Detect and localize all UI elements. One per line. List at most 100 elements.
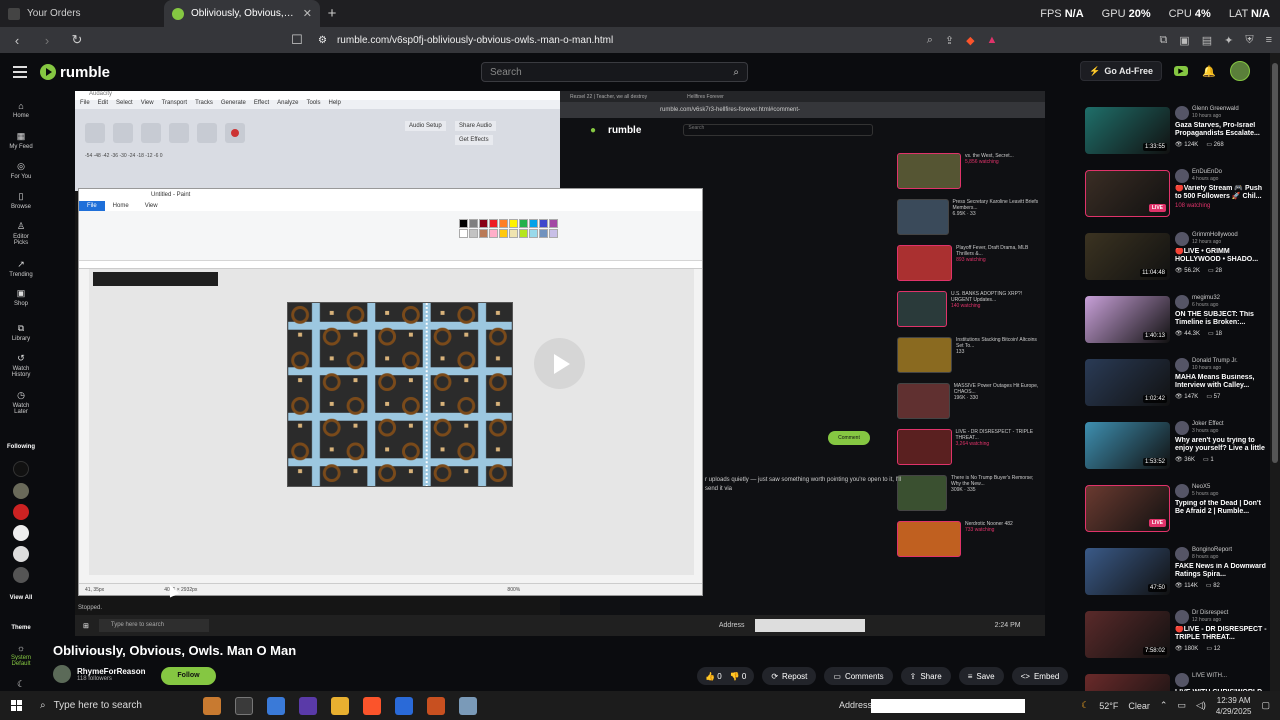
channel-avatar[interactable] <box>1175 295 1189 309</box>
back-icon[interactable]: ‹ <box>8 33 26 48</box>
dislike-button[interactable]: 👎 0 <box>730 672 747 681</box>
volume-icon[interactable]: ◁) <box>1196 700 1206 711</box>
channel-avatar[interactable] <box>1175 421 1189 435</box>
sidebar-item-library[interactable]: ⧉ Library <box>0 323 42 342</box>
leo-ai-icon[interactable]: ✦ <box>1224 34 1233 47</box>
like-button[interactable]: 👍 0 <box>705 672 722 681</box>
wallet-icon[interactable]: ▤ <box>1202 34 1212 47</box>
video-thumbnail[interactable]: 1:02:42 <box>1085 359 1170 406</box>
channel-avatar[interactable] <box>1175 610 1189 624</box>
embed-button[interactable]: <> Embed <box>1011 667 1069 685</box>
play-button[interactable] <box>534 338 585 389</box>
file-explorer-icon[interactable] <box>331 696 349 715</box>
video-thumbnail[interactable]: 7:58:02 <box>1085 611 1170 658</box>
upload-camera-icon[interactable]: ▶ <box>1174 66 1188 76</box>
sidebar-item-my-feed[interactable]: ▦ My Feed <box>0 131 42 150</box>
recommendation-item[interactable]: 7:58:02 Dr Disrespect 12 hours ago 🔴LIVE… <box>1085 608 1267 671</box>
save-button[interactable]: ≡ Save <box>958 667 1004 685</box>
app-icon[interactable] <box>427 696 445 715</box>
address-toolbar-input[interactable] <box>871 699 1025 713</box>
vpn-icon[interactable]: ⛨ <box>1245 34 1253 47</box>
start-button[interactable] <box>0 700 32 711</box>
channel-name[interactable]: LIVE WITH... <box>1192 673 1227 680</box>
site-info-icon[interactable]: ⚙ <box>318 35 327 46</box>
channel-name[interactable]: EnDuEnDo <box>1192 169 1222 176</box>
clock[interactable]: 12:39 AM 4/29/2025 <box>1216 695 1252 717</box>
recommendation-item[interactable]: LIVE NeoX5 5 hours ago Typing of the Dea… <box>1085 482 1267 545</box>
sidebar-item-for-you[interactable]: ◎ For You <box>0 161 42 180</box>
video-thumbnail[interactable]: 47:50 <box>1085 548 1170 595</box>
channel-name[interactable]: megimu32 <box>1192 295 1220 302</box>
theme-system-default[interactable]: ☼ System Default <box>0 643 42 667</box>
following-avatar[interactable] <box>13 525 29 541</box>
channel-avatar[interactable] <box>1175 673 1189 687</box>
video-title[interactable]: 🔴LIVE - DR DISRESPECT - TRIPLE THREAT... <box>1175 626 1267 642</box>
video-title[interactable]: MAHA Means Business, Interview with Call… <box>1175 374 1267 390</box>
network-icon[interactable]: ▭ <box>1177 700 1186 711</box>
search-input[interactable]: Search ⌕ <box>481 62 748 82</box>
recommendation-item[interactable]: 1:33:55 Glenn Greenwald 10 hours ago Gaz… <box>1085 104 1267 167</box>
weather-icon[interactable]: ☾ <box>1081 700 1089 711</box>
app-icon[interactable] <box>395 696 413 715</box>
sidebar-item-watch-later[interactable]: ◷ Watch Later <box>0 390 42 415</box>
video-title[interactable]: 🔴Variety Stream 🎮 Push to 500 Followers … <box>1175 185 1267 201</box>
channel-name[interactable]: NeoX5 <box>1192 484 1218 491</box>
menu-icon[interactable]: ≡ <box>1266 34 1272 47</box>
tray-chevron-icon[interactable]: ⌃ <box>1160 700 1168 711</box>
channel-avatar[interactable] <box>53 665 71 683</box>
search-icon[interactable]: ⌕ <box>733 67 739 78</box>
channel-avatar[interactable] <box>1175 484 1189 498</box>
go-ad-free-button[interactable]: ⚡ Go Ad-Free <box>1080 61 1162 81</box>
channel-info[interactable]: RhymeForReason 118 followers <box>53 665 145 683</box>
video-thumbnail[interactable]: 1:40:13 <box>1085 296 1170 343</box>
notification-icon[interactable]: ▢ <box>1261 700 1270 711</box>
following-avatar[interactable] <box>13 546 29 562</box>
repost-button[interactable]: ⟳ Repost <box>762 667 817 685</box>
weather-desc[interactable]: Clear <box>1128 701 1150 711</box>
channel-avatar[interactable] <box>1175 169 1189 183</box>
page-scrollbar[interactable] <box>1270 53 1280 691</box>
channel-name[interactable]: Dr Disrespect <box>1192 610 1228 617</box>
channel-avatar[interactable] <box>1175 232 1189 246</box>
app-icon[interactable] <box>299 696 317 715</box>
reload-icon[interactable]: ↻ <box>68 32 86 48</box>
channel-name[interactable]: Donald Trump Jr. <box>1192 358 1238 365</box>
channel-name[interactable]: GrimmHollywood <box>1192 232 1238 239</box>
zoom-icon[interactable]: ⌕ <box>927 34 933 47</box>
comments-button[interactable]: ▭ Comments <box>824 667 893 685</box>
notifications-bell-icon[interactable]: 🔔 <box>1200 62 1218 80</box>
sidebar-item-browse[interactable]: ▯ Browse <box>0 191 42 210</box>
share-icon[interactable]: ⇪ <box>945 34 954 47</box>
user-avatar[interactable] <box>1230 61 1250 81</box>
video-title[interactable]: Why aren't you trying to enjoy yourself?… <box>1175 437 1267 453</box>
share-button[interactable]: ⇪ Share <box>900 667 951 685</box>
extensions-icon[interactable]: ⧉ <box>1159 34 1167 47</box>
video-thumbnail[interactable]: LIVE <box>1085 485 1170 532</box>
brave-shield-icon[interactable]: ◆ <box>966 34 974 47</box>
new-tab-button[interactable]: + <box>320 0 344 27</box>
copilot-icon[interactable] <box>267 696 285 715</box>
video-title[interactable]: Typing of the Dead | Don't Be Afraid 2 |… <box>1175 500 1267 516</box>
video-thumbnail[interactable]: LIVE <box>1085 170 1170 217</box>
video-thumbnail[interactable]: 1:33:55 <box>1085 107 1170 154</box>
video-title[interactable]: ON THE SUBJECT: This Timeline is Broken:… <box>1175 311 1267 327</box>
app-icon[interactable] <box>203 696 221 715</box>
following-avatar[interactable] <box>13 483 29 499</box>
video-title[interactable]: Gaza Starves, Pro-Israel Propagandists E… <box>1175 122 1267 138</box>
recommendation-item[interactable]: LIVE EnDuEnDo 4 hours ago 🔴Variety Strea… <box>1085 167 1267 230</box>
channel-name[interactable]: Joker Effect <box>1192 421 1224 428</box>
recommendation-item[interactable]: 11:04:48 GrimmHollywood 12 hours ago 🔴LI… <box>1085 230 1267 293</box>
tab-your-orders[interactable]: Your Orders <box>0 0 160 27</box>
sidebar-item-trending[interactable]: ↗ Trending <box>0 259 42 278</box>
weather-temp[interactable]: 52°F <box>1099 701 1118 711</box>
following-avatar[interactable] <box>13 461 29 477</box>
following-avatar[interactable] <box>13 504 29 520</box>
follow-button[interactable]: Follow <box>161 667 216 685</box>
video-title[interactable]: 🔴LIVE • GRIMM HOLLYWOOD • SHADO... <box>1175 248 1267 264</box>
tab-rumble-video[interactable]: Obliviously, Obvious, Owls. Ma ✕ <box>164 0 320 27</box>
video-thumbnail[interactable]: 11:04:48 <box>1085 233 1170 280</box>
channel-avatar[interactable] <box>1175 547 1189 561</box>
rumble-logo[interactable]: rumble <box>40 64 110 81</box>
taskbar-search[interactable]: ⌕ Type here to search <box>32 691 167 720</box>
recommendation-item[interactable]: 47:50 BonginoReport 8 hours ago FAKE New… <box>1085 545 1267 608</box>
